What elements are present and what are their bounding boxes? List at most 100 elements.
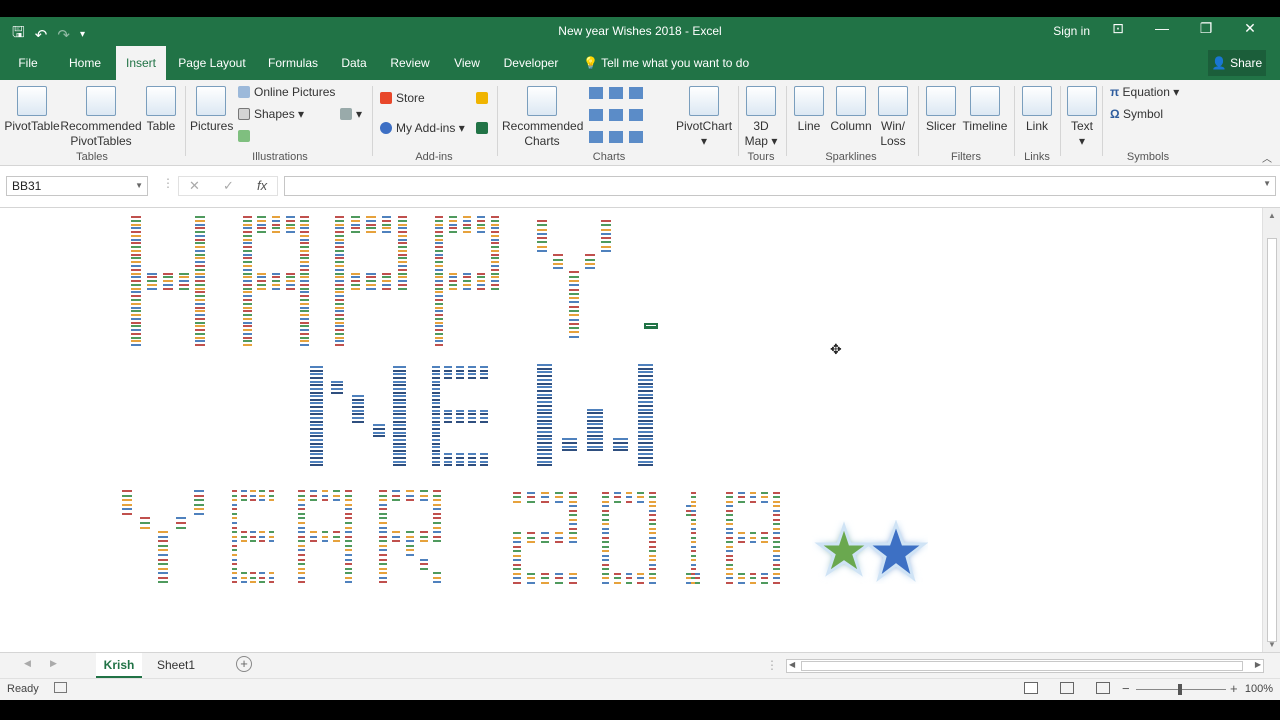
pivottable-button[interactable]: PivotTable <box>4 86 60 134</box>
scroll-up-icon[interactable]: ▲ <box>1268 211 1276 220</box>
formula-input[interactable]: ▼ <box>284 176 1276 196</box>
text-button[interactable]: Text ▾ <box>1064 86 1100 149</box>
sheet-tab-sheet1[interactable]: Sheet1 <box>150 653 202 678</box>
horizontal-scrollbar[interactable]: ◀ ▶ <box>786 659 1264 673</box>
art-tick <box>613 581 621 584</box>
tab-developer[interactable]: Developer <box>500 46 562 80</box>
tab-review[interactable]: Review <box>386 46 434 80</box>
slicer-button[interactable]: Slicer <box>922 86 960 134</box>
bing-maps-button[interactable] <box>476 91 492 105</box>
art-tick <box>300 276 310 279</box>
recommended-charts-button[interactable]: Recommended Charts <box>502 86 583 149</box>
combo-chart-icon[interactable] <box>629 108 643 121</box>
pivotchart-button[interactable]: PivotChart ▾ <box>676 86 732 149</box>
scroll-right-icon[interactable]: ▶ <box>1255 660 1261 669</box>
sign-in-link[interactable]: Sign in <box>1053 24 1090 38</box>
tab-view[interactable]: View <box>448 46 486 80</box>
art-tick <box>432 369 440 372</box>
art-letter-0 <box>600 492 658 586</box>
art-tick <box>242 272 252 275</box>
scroll-thumb[interactable] <box>1267 238 1277 642</box>
insert-function-button[interactable]: fx <box>257 177 267 195</box>
scatter-chart-icon[interactable] <box>609 130 623 143</box>
next-sheet-icon[interactable]: ▶ <box>50 658 57 669</box>
art-letter-1 <box>680 492 704 586</box>
vertical-scrollbar[interactable]: ▲ ▼ <box>1262 208 1280 652</box>
expand-formula-icon[interactable]: ▼ <box>1263 179 1271 188</box>
worksheet-grid[interactable]: ✥ <box>0 208 1262 652</box>
share-button[interactable]: 👤 Share <box>1208 50 1266 76</box>
tab-page-layout[interactable]: Page Layout <box>176 46 248 80</box>
page-layout-view-icon[interactable] <box>1060 682 1074 694</box>
shapes-button[interactable]: Shapes ▾ <box>238 107 304 121</box>
prev-sheet-icon[interactable]: ◀ <box>24 658 31 669</box>
scroll-down-icon[interactable]: ▼ <box>1268 640 1276 649</box>
collapse-ribbon-icon[interactable]: ︿ <box>1262 150 1272 165</box>
column-chart-icon[interactable] <box>589 86 603 99</box>
art-tick <box>257 231 266 234</box>
art-tick <box>268 535 275 538</box>
tab-insert[interactable]: Insert <box>116 46 166 80</box>
scroll-left-icon[interactable]: ◀ <box>789 660 795 669</box>
hierarchy-chart-icon[interactable] <box>609 86 623 99</box>
pie-chart-icon[interactable] <box>589 130 603 143</box>
3d-map-button[interactable]: 3D Map ▾ <box>742 86 780 149</box>
macro-record-icon[interactable] <box>54 682 67 693</box>
my-addins-button[interactable]: My Add-ins ▾ <box>380 121 465 135</box>
smartart-button[interactable] <box>238 129 254 143</box>
ribbon-display-options-icon[interactable]: ⊡ <box>1096 20 1140 37</box>
tab-data[interactable]: Data <box>336 46 372 80</box>
pictures-button[interactable]: Pictures <box>190 86 233 134</box>
close-icon[interactable]: ✕ <box>1228 20 1272 37</box>
line-chart-icon[interactable] <box>589 108 603 121</box>
zoom-out-icon[interactable]: − <box>1122 681 1130 696</box>
restore-icon[interactable]: ❐ <box>1184 20 1228 37</box>
timeline-button[interactable]: Timeline <box>960 86 1010 134</box>
hscroll-thumb[interactable] <box>801 661 1243 671</box>
art-tick <box>259 576 265 579</box>
symbol-button[interactable]: Ω Symbol <box>1110 107 1163 121</box>
art-tick <box>335 238 345 241</box>
sparkline-line-button[interactable]: Line <box>792 86 826 134</box>
splitter-icon[interactable]: ⋮ <box>162 176 174 190</box>
art-tick <box>625 492 633 494</box>
art-tick <box>397 283 407 286</box>
art-tick <box>271 287 281 290</box>
sheet-tab-krish[interactable]: Krish <box>96 653 142 678</box>
tab-splitter-icon[interactable]: ⋮ <box>766 658 778 672</box>
table-button[interactable]: Table <box>142 86 180 134</box>
art-tick <box>637 456 653 459</box>
tab-formulas[interactable]: Formulas <box>264 46 322 80</box>
recommended-pivottables-button[interactable]: Recommended PivotTables <box>60 86 142 149</box>
art-tick <box>381 223 392 226</box>
normal-view-icon[interactable] <box>1024 682 1038 694</box>
sparkline-column-button[interactable]: Column <box>828 86 874 134</box>
people-graph-button[interactable] <box>476 121 492 135</box>
page-break-view-icon[interactable] <box>1096 682 1110 694</box>
link-button[interactable]: Link <box>1018 86 1056 134</box>
art-tick <box>397 287 407 290</box>
zoom-in-icon[interactable]: + <box>1230 681 1238 696</box>
art-tick <box>231 581 238 584</box>
zoom-slider-knob[interactable] <box>1178 684 1182 695</box>
sparkline-winloss-button[interactable]: Win/ Loss <box>876 86 910 149</box>
art-tick <box>179 280 189 283</box>
art-tick <box>462 216 472 218</box>
new-sheet-icon[interactable]: + <box>236 656 252 672</box>
tab-home[interactable]: Home <box>62 46 108 80</box>
statistic-chart-icon[interactable] <box>609 108 623 121</box>
cancel-icon[interactable]: ✕ <box>189 177 200 195</box>
minimize-icon[interactable]: — <box>1140 20 1184 37</box>
name-box[interactable]: BB31 ▼ <box>6 176 148 196</box>
waterfall-chart-icon[interactable] <box>629 86 643 99</box>
online-pictures-button[interactable]: Online Pictures <box>238 85 335 99</box>
art-tick <box>602 514 610 517</box>
tell-me-search[interactable]: 💡 Tell me what you want to do <box>583 46 749 80</box>
screenshot-button[interactable]: ▾ <box>340 107 362 121</box>
store-button[interactable]: Store <box>380 91 425 105</box>
tab-file[interactable]: File <box>10 46 46 80</box>
equation-button[interactable]: π Equation ▾ <box>1110 85 1179 99</box>
art-tick <box>690 532 696 535</box>
enter-icon[interactable]: ✓ <box>223 177 234 195</box>
surface-chart-icon[interactable] <box>629 130 643 143</box>
